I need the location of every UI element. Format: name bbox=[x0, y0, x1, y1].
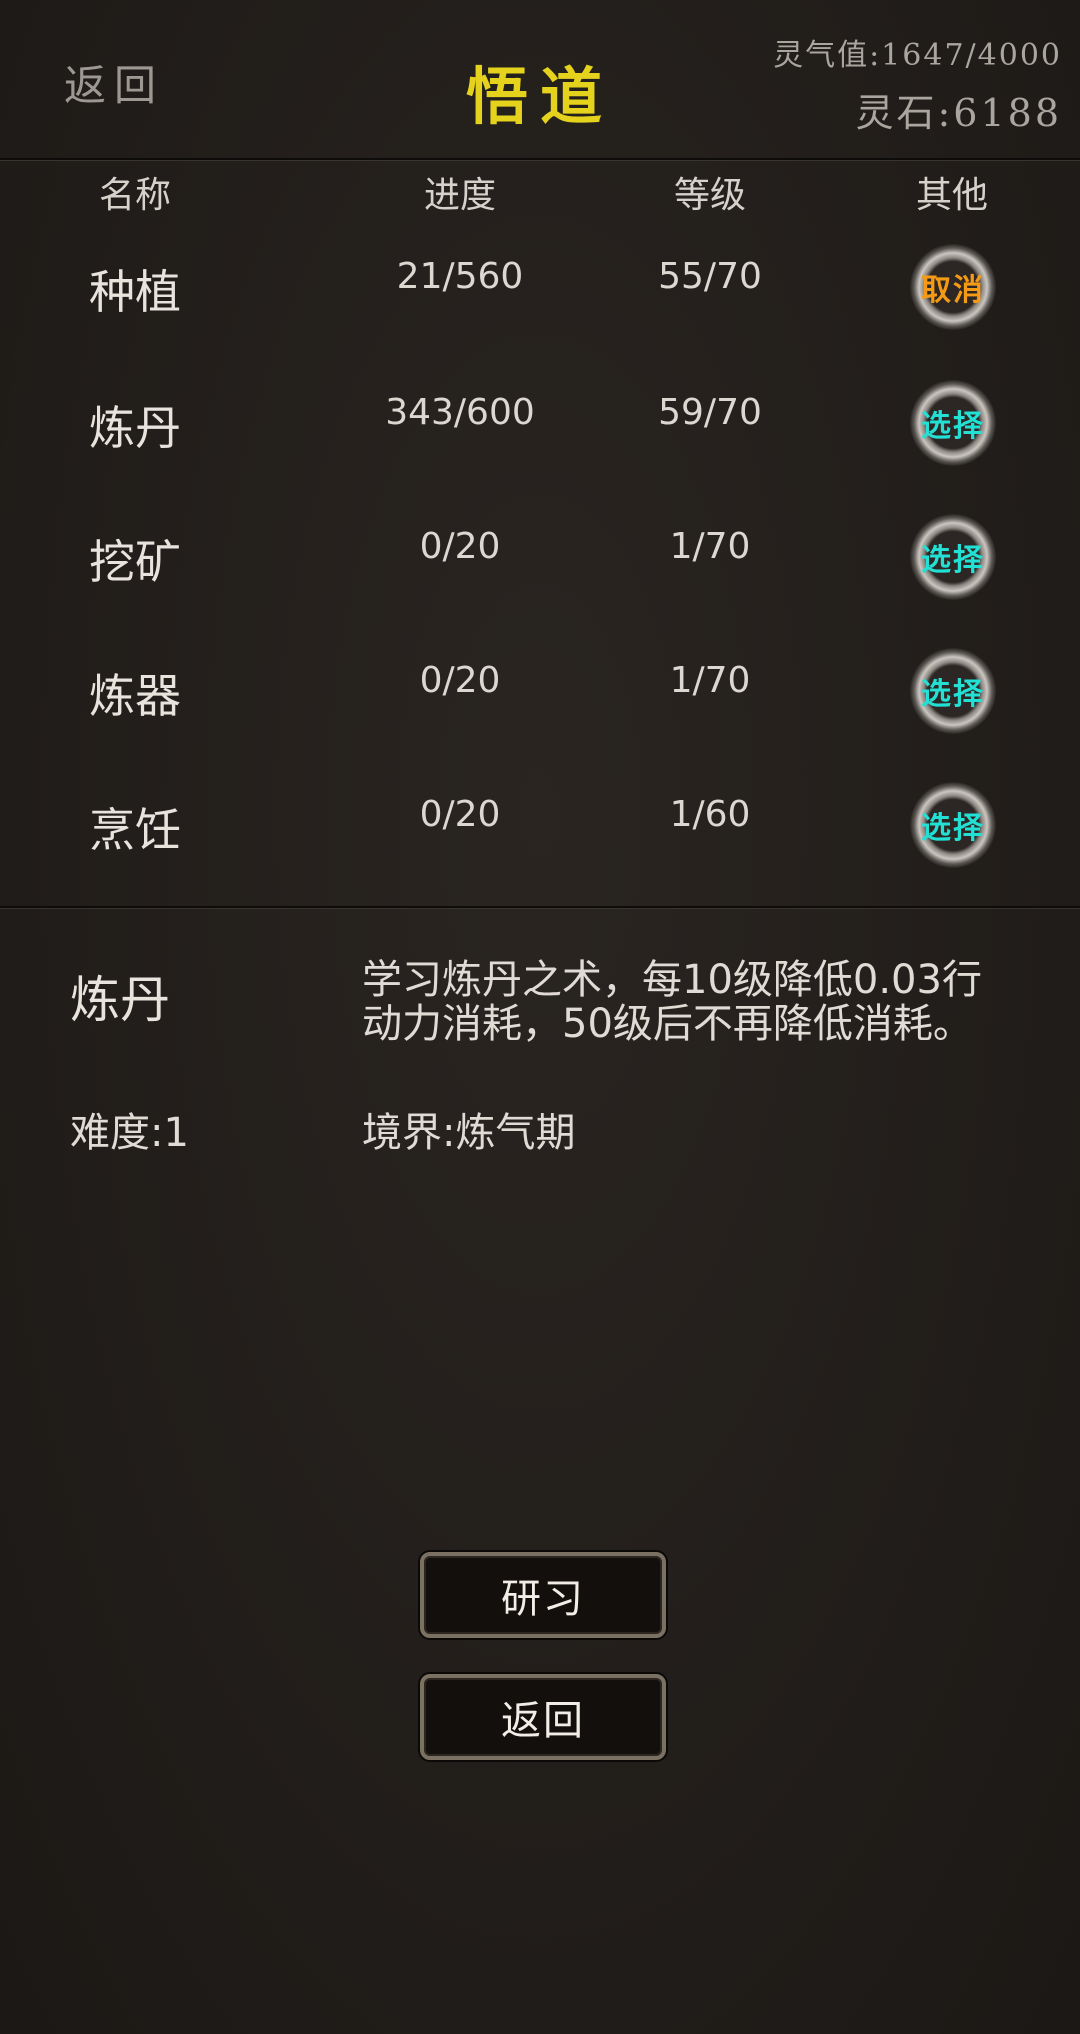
study-button[interactable]: 研习 bbox=[420, 1552, 666, 1638]
screen: 返回 悟道 灵气值:1647/4000 灵石:6188 名称 进度 等级 其他 … bbox=[0, 0, 1080, 2034]
detail-description: 学习炼丹之术，每10级降低0.03行动力消耗，50级后不再降低消耗。 bbox=[362, 957, 982, 1047]
header-name: 名称 bbox=[98, 175, 171, 216]
back-button[interactable]: 返回 bbox=[420, 1674, 666, 1760]
skill-name: 烹饪 bbox=[89, 803, 181, 857]
table-header: 名称 进度 等级 其他 bbox=[0, 166, 1080, 216]
skill-name: 炼丹 bbox=[89, 401, 181, 455]
skill-row-alchemy[interactable]: 炼丹 343/600 59/70 选择 bbox=[0, 380, 1080, 514]
skill-level: 1/60 bbox=[669, 794, 751, 835]
skill-progress: 0/20 bbox=[419, 660, 501, 701]
skill-progress: 343/600 bbox=[385, 392, 535, 433]
spirit-stone-value: 灵石:6188 bbox=[855, 91, 1062, 135]
table-divider bbox=[0, 906, 1080, 908]
header-other: 其他 bbox=[915, 175, 988, 216]
skill-row-mining[interactable]: 挖矿 0/20 1/70 选择 bbox=[0, 514, 1080, 648]
header-progress: 进度 bbox=[423, 175, 496, 216]
skill-progress: 21/560 bbox=[396, 256, 524, 297]
skill-name: 种植 bbox=[89, 265, 181, 319]
detail-realm: 境界:炼气期 bbox=[362, 1110, 576, 1156]
skill-level: 1/70 bbox=[669, 526, 751, 567]
skill-row-planting[interactable]: 种植 21/560 55/70 取消 bbox=[0, 244, 1080, 378]
skill-row-forging[interactable]: 炼器 0/20 1/70 选择 bbox=[0, 648, 1080, 782]
skill-row-cooking[interactable]: 烹饪 0/20 1/60 选择 bbox=[0, 782, 1080, 916]
skill-level: 59/70 bbox=[658, 392, 762, 433]
select-button[interactable]: 选择 bbox=[910, 648, 996, 734]
qi-value: 灵气值:1647/4000 bbox=[773, 38, 1062, 73]
skill-name: 挖矿 bbox=[89, 535, 181, 589]
header-level: 等级 bbox=[673, 175, 746, 216]
skill-name: 炼器 bbox=[89, 669, 181, 723]
detail-difficulty: 难度:1 bbox=[70, 1110, 189, 1156]
select-button[interactable]: 选择 bbox=[910, 380, 996, 466]
select-button[interactable]: 选择 bbox=[910, 782, 996, 868]
detail-skill-name: 炼丹 bbox=[70, 971, 170, 1029]
skill-level: 1/70 bbox=[669, 660, 751, 701]
cancel-button[interactable]: 取消 bbox=[910, 244, 996, 330]
skill-progress: 0/20 bbox=[419, 794, 501, 835]
header-divider bbox=[0, 158, 1080, 160]
select-button[interactable]: 选择 bbox=[910, 514, 996, 600]
skill-level: 55/70 bbox=[658, 256, 762, 297]
skill-progress: 0/20 bbox=[419, 526, 501, 567]
